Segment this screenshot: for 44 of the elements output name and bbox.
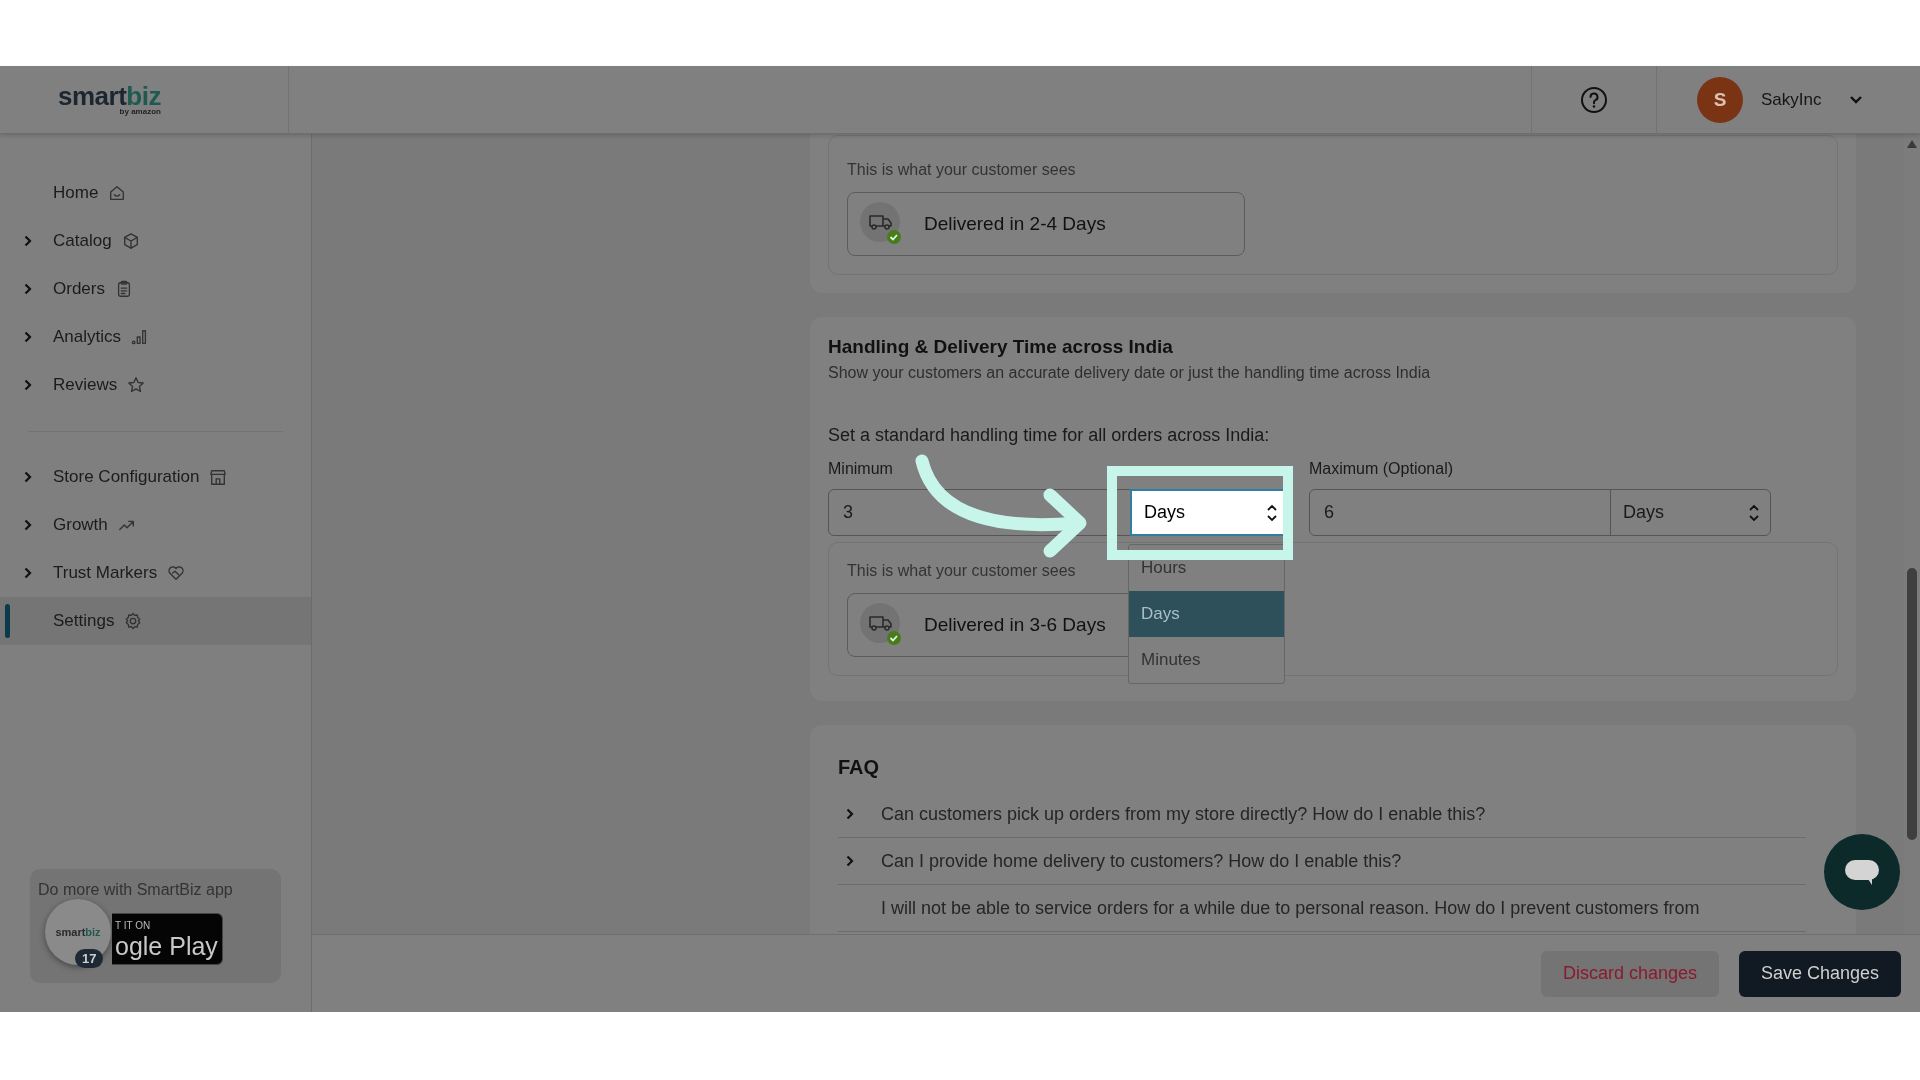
- delivery-text: Delivered in 2-4 Days: [924, 213, 1106, 235]
- chevron-down-icon[interactable]: [1849, 94, 1863, 105]
- save-button[interactable]: Save Changes: [1739, 950, 1901, 997]
- user-avatar[interactable]: S: [1697, 76, 1743, 123]
- preview-caption: This is what your customer sees: [847, 561, 1076, 581]
- truck-icon: [860, 202, 904, 246]
- delivery-text: Delivered in 3-6 Days: [924, 614, 1106, 636]
- chevron-right-icon: [846, 855, 854, 867]
- sidebar-item[interactable]: Home: [0, 169, 311, 217]
- help-icon[interactable]: [1580, 85, 1608, 114]
- count-badge: 17: [75, 949, 104, 968]
- section-title: Handling & Delivery Time across India: [828, 335, 1174, 359]
- sidebar-item[interactable]: Orders: [0, 265, 311, 313]
- sidebar-item[interactable]: Settings: [0, 597, 311, 645]
- sidebar-item[interactable]: Catalog: [0, 217, 311, 265]
- user-name[interactable]: SakyInc: [1761, 89, 1831, 110]
- sidebar-item[interactable]: Reviews: [0, 361, 311, 409]
- chevron-right-icon: [846, 808, 854, 820]
- dropdown-option[interactable]: Minutes: [1129, 637, 1284, 683]
- faq-title: FAQ: [838, 755, 881, 779]
- cube-icon: [121, 232, 140, 250]
- storefront-icon: [209, 468, 228, 486]
- faq-item[interactable]: Can customers pick up orders from my store directly? How do I enable this?: [838, 791, 1806, 838]
- sidebar-item[interactable]: Analytics: [0, 313, 311, 361]
- settings-icon: [124, 612, 143, 630]
- field-prompt: Set a standard handling time for all orders across India:: [828, 424, 1271, 447]
- promo-title: Do more with SmartBiz app: [38, 881, 234, 899]
- preview-caption: This is what your customer sees: [847, 160, 1076, 180]
- dropdown-option[interactable]: Days: [1129, 591, 1284, 637]
- section-subtitle: Show your customers an accurate delivery date or just the handling time across India: [828, 363, 1432, 383]
- sidebar-item[interactable]: Growth: [0, 501, 311, 549]
- faq-item[interactable]: Can I provide home delivery to customers? How do I enable this?: [838, 838, 1806, 885]
- star-icon: [127, 376, 146, 394]
- logo[interactable]: smartbiz by amazon: [58, 83, 161, 116]
- field-label: Minimum: [828, 459, 894, 479]
- truck-icon: [860, 603, 904, 647]
- store-badge[interactable]: T IT ON ogle Play: [112, 913, 223, 965]
- dropdown-option[interactable]: Hours: [1129, 545, 1284, 591]
- field-label: Maximum (Optional): [1309, 459, 1455, 479]
- faq-item[interactable]: I will not be able to service orders for a while due to personal reason. How do I prevent customers from: [838, 885, 1806, 932]
- sidebar-item[interactable]: Trust Markers: [0, 549, 311, 597]
- sidebar-item[interactable]: Store Configuration: [0, 453, 311, 501]
- home-icon: [108, 184, 127, 202]
- heart-icon: [167, 564, 186, 582]
